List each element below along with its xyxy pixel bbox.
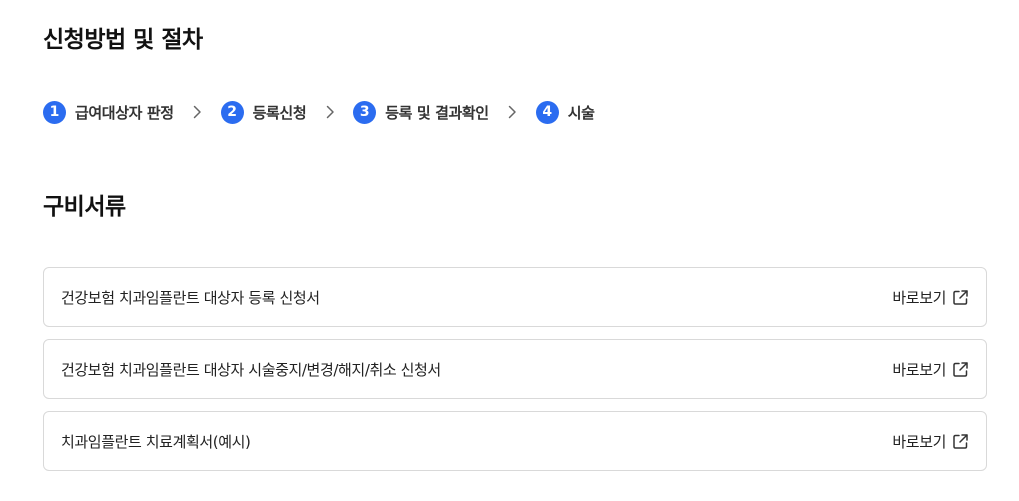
external-link-icon[interactable] (952, 361, 969, 378)
document-name: 건강보험 치과임플란트 대상자 등록 신청서 (61, 288, 320, 307)
document-name: 치과임플란트 치료계획서(예시) (61, 432, 251, 451)
procedure-section-title: 신청방법 및 절차 (43, 27, 203, 53)
step-label: 시술 (567, 103, 595, 122)
step-number-badge: 4 (535, 100, 559, 124)
procedure-steps: 1 급여대상자 판정 2 등록신청 3 등록 및 결과확인 4 시술 (43, 100, 595, 124)
chevron-right-icon (323, 105, 337, 119)
step-label: 등록 및 결과확인 (385, 103, 489, 122)
document-card: 건강보험 치과임플란트 대상자 등록 신청서 바로보기 (43, 267, 987, 327)
view-link-label[interactable]: 바로보기 (892, 359, 946, 380)
external-link-icon[interactable] (952, 433, 969, 450)
document-list: 건강보험 치과임플란트 대상자 등록 신청서 바로보기 건강보험 치과임플란트 … (43, 267, 987, 483)
step-label: 등록신청 (252, 103, 307, 122)
chevron-right-icon (191, 105, 205, 119)
view-document-link[interactable]: 바로보기 (892, 359, 969, 380)
external-link-icon[interactable] (952, 289, 969, 306)
step-number-badge: 3 (353, 100, 377, 124)
step-number-badge: 2 (220, 100, 244, 124)
view-document-link[interactable]: 바로보기 (892, 431, 969, 452)
step-2: 2 등록신청 (220, 100, 307, 124)
step-3: 3 등록 및 결과확인 (353, 100, 489, 124)
documents-section-title: 구비서류 (43, 194, 126, 220)
step-number-badge: 1 (43, 100, 66, 124)
document-card: 건강보험 치과임플란트 대상자 시술중지/변경/해지/취소 신청서 바로보기 (43, 339, 987, 399)
document-name: 건강보험 치과임플란트 대상자 시술중지/변경/해지/취소 신청서 (61, 360, 441, 379)
step-4: 4 시술 (535, 100, 595, 124)
step-1: 1 급여대상자 판정 (43, 100, 174, 124)
step-label: 급여대상자 판정 (75, 103, 174, 122)
document-card: 치과임플란트 치료계획서(예시) 바로보기 (43, 411, 987, 471)
view-document-link[interactable]: 바로보기 (892, 287, 969, 308)
view-link-label[interactable]: 바로보기 (892, 431, 946, 452)
chevron-right-icon (506, 105, 520, 119)
view-link-label[interactable]: 바로보기 (892, 287, 946, 308)
